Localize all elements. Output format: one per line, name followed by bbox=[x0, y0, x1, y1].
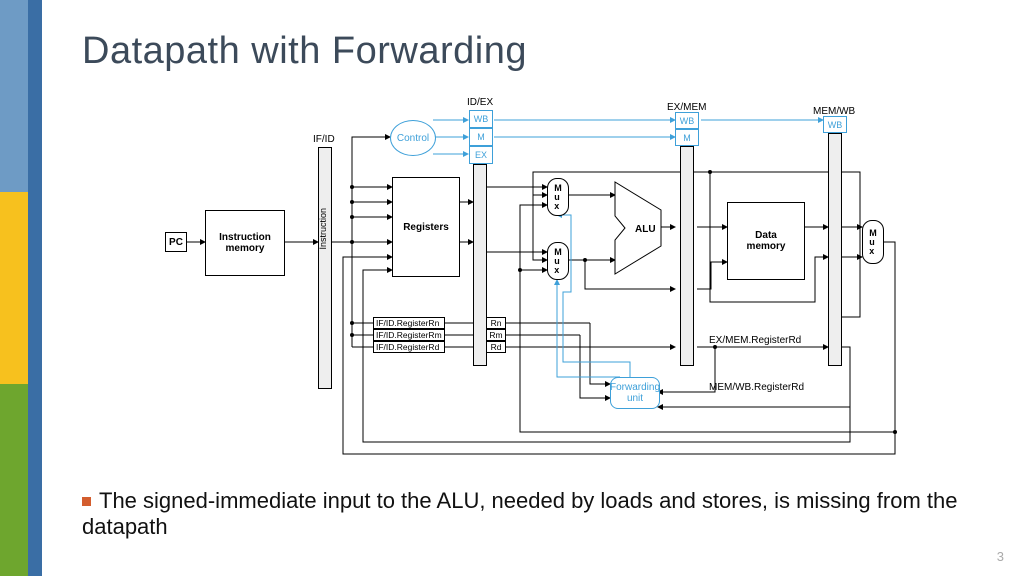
ifid-rm-label: IF/ID.RegisterRm bbox=[376, 330, 442, 340]
exmem-m-slot: M bbox=[675, 129, 699, 146]
exmem-m-label: M bbox=[683, 133, 691, 143]
pipereg-memwb bbox=[828, 133, 842, 366]
datapath-diagram: PC Instruction memory Instruction IF/ID … bbox=[115, 92, 915, 467]
idex-rd: Rd bbox=[486, 341, 506, 353]
mux-a: M u x bbox=[547, 178, 569, 216]
block-registers: Registers bbox=[392, 177, 460, 277]
instruction-vertical-label: Instruction bbox=[318, 208, 328, 250]
idex-wb-label: WB bbox=[474, 114, 489, 124]
idex-rn-label: Rn bbox=[491, 318, 502, 328]
block-instruction-memory: Instruction memory bbox=[205, 210, 285, 276]
memwb-rd-label: MEM/WB.RegisterRd bbox=[709, 382, 804, 393]
alu-svg-text: ALU bbox=[635, 224, 656, 235]
block-forwarding-unit: Forwarding unit bbox=[610, 377, 660, 409]
idex-m-label: M bbox=[477, 132, 485, 142]
idex-wb-slot: WB bbox=[469, 110, 493, 128]
memwb-wb-slot: WB bbox=[823, 116, 847, 133]
idex-ex-label: EX bbox=[475, 150, 487, 160]
block-alu-shape: ALU bbox=[613, 180, 663, 276]
ifid-rn-field: IF/ID.RegisterRn bbox=[373, 317, 445, 329]
stripe-yellow bbox=[0, 192, 28, 384]
registers-label: Registers bbox=[403, 222, 449, 233]
slide-title: Datapath with Forwarding bbox=[82, 30, 527, 73]
stripe-thin bbox=[28, 0, 42, 576]
idex-rm-label: Rm bbox=[489, 330, 502, 340]
pipereg-idex bbox=[473, 164, 487, 366]
bullet-text: The signed-immediate input to the ALU, n… bbox=[82, 488, 982, 541]
ifid-title: IF/ID bbox=[313, 134, 335, 145]
imem-label: Instruction memory bbox=[219, 232, 271, 254]
exmem-wb-slot: WB bbox=[675, 112, 699, 129]
control-label: Control bbox=[397, 133, 429, 144]
idex-rd-label: Rd bbox=[491, 342, 502, 352]
exmem-wb-label: WB bbox=[680, 116, 695, 126]
ifid-rd-label: IF/ID.RegisterRd bbox=[376, 342, 439, 352]
idex-ex-slot: EX bbox=[469, 146, 493, 164]
ifid-rd-field: IF/ID.RegisterRd bbox=[373, 341, 445, 353]
mux-b: M u x bbox=[547, 242, 569, 280]
block-control: Control bbox=[390, 120, 436, 156]
idex-m-slot: M bbox=[469, 128, 493, 146]
mux-a-label: M u x bbox=[554, 184, 562, 211]
pipereg-exmem bbox=[680, 146, 694, 366]
mux-b-label: M u x bbox=[554, 248, 562, 275]
bullet-marker-icon bbox=[82, 497, 91, 506]
mux-writeback: M u x bbox=[862, 220, 884, 264]
dmem-label: Data memory bbox=[747, 230, 786, 252]
sidebar-stripe bbox=[0, 0, 28, 576]
idex-rm: Rm bbox=[486, 329, 506, 341]
exmem-rd-label: EX/MEM.RegisterRd bbox=[709, 335, 801, 346]
idex-title: ID/EX bbox=[467, 97, 493, 108]
ifid-rn-label: IF/ID.RegisterRn bbox=[376, 318, 439, 328]
mux-wb-label: M u x bbox=[869, 229, 877, 256]
idex-rn: Rn bbox=[486, 317, 506, 329]
block-pc: PC bbox=[165, 232, 187, 252]
stripe-green bbox=[0, 384, 28, 576]
memwb-wb-label: WB bbox=[828, 120, 843, 130]
page-number: 3 bbox=[997, 549, 1004, 564]
pipereg-ifid: Instruction bbox=[318, 147, 332, 389]
block-data-memory: Data memory bbox=[727, 202, 805, 280]
bullet-content: The signed-immediate input to the ALU, n… bbox=[82, 488, 957, 539]
ifid-rm-field: IF/ID.RegisterRm bbox=[373, 329, 445, 341]
pc-label: PC bbox=[169, 237, 183, 248]
fwd-label: Forwarding unit bbox=[610, 382, 660, 404]
stripe-blue bbox=[0, 0, 28, 192]
